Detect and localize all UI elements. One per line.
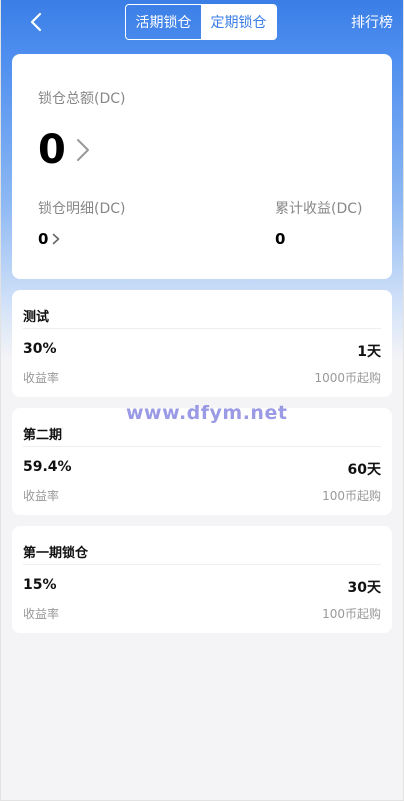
plan-name: 第一期锁仓 (23, 546, 89, 561)
plan-min-purchase: 100币起购 (322, 489, 381, 503)
lock-detail-value: 0 (38, 230, 49, 248)
lock-detail-link[interactable]: 0 (38, 230, 125, 248)
lock-summary-card: 锁仓总额(DC) 0 锁仓明细(DC) 0 累计收益(DC) 0 (12, 54, 392, 279)
divider (23, 564, 381, 565)
watermark: www.dfym.net (126, 402, 288, 424)
lock-detail-block: 锁仓明细(DC) 0 (38, 198, 125, 248)
tab-current-lock[interactable]: 活期锁仓 (126, 5, 201, 39)
plan-rate-label: 收益率 (23, 607, 60, 621)
tab-fixed-lock[interactable]: 定期锁仓 (201, 5, 276, 39)
plan-rate-label: 收益率 (23, 371, 60, 385)
plan-days: 60天 (347, 462, 381, 478)
ranking-link[interactable]: 排行榜 (351, 12, 393, 32)
plan-min-purchase: 100币起购 (322, 607, 381, 621)
plan-days: 1天 (357, 344, 381, 360)
total-income-label: 累计收益(DC) (275, 201, 363, 217)
total-income-block: 累计收益(DC) 0 (275, 198, 362, 248)
plan-card[interactable]: 第二期 59.4% 60天 收益率 100币起购 (12, 408, 392, 515)
plan-days: 30天 (347, 580, 381, 596)
lock-detail-label: 锁仓明细(DC) (38, 201, 126, 217)
lock-type-switch: 活期锁仓 定期锁仓 (125, 4, 277, 40)
divider (23, 446, 381, 447)
plan-card[interactable]: 测试 30% 1天 收益率 1000币起购 (12, 290, 392, 397)
divider (23, 328, 381, 329)
chevron-right-icon (53, 233, 60, 245)
plan-rate: 30% (23, 341, 57, 357)
total-income-value: 0 (275, 230, 286, 248)
total-locked-value: 0 (38, 127, 66, 173)
plan-name: 第二期 (23, 428, 63, 443)
chevron-right-icon (76, 139, 89, 161)
plan-rate: 59.4% (23, 459, 72, 475)
total-locked-label: 锁仓总额(DC) (38, 91, 126, 107)
plan-rate: 15% (23, 577, 57, 593)
chevron-left-icon (30, 12, 42, 32)
plan-min-purchase: 1000币起购 (314, 371, 381, 385)
total-locked-link[interactable]: 0 (38, 130, 90, 170)
plan-name: 测试 (23, 310, 50, 325)
plan-rate-label: 收益率 (23, 489, 60, 503)
plan-card[interactable]: 第一期锁仓 15% 30天 收益率 100币起购 (12, 526, 392, 633)
back-button[interactable] (24, 10, 48, 34)
top-bar: 活期锁仓 定期锁仓 排行榜 (0, 0, 404, 44)
